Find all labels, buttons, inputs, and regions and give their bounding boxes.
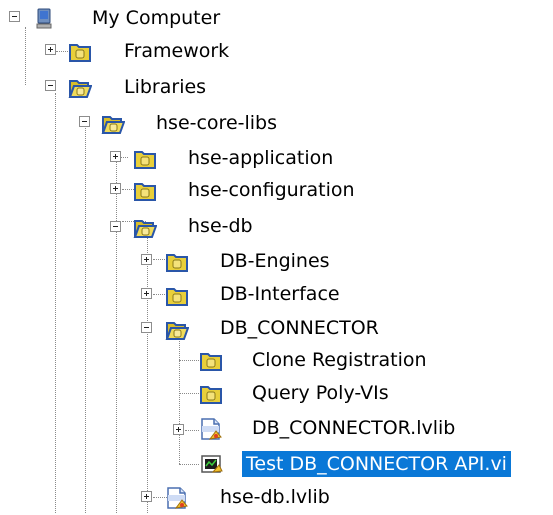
open-folder-icon — [101, 112, 126, 136]
expand-toggle[interactable] — [110, 151, 121, 162]
open-folder-icon — [133, 216, 158, 240]
tree-node-label[interactable]: hse-core-libs — [153, 110, 280, 136]
collapse-toggle[interactable] — [45, 80, 56, 91]
tree-line — [179, 360, 199, 361]
tree-line — [185, 430, 199, 431]
tree-line — [55, 93, 56, 513]
folder-icon — [165, 284, 189, 308]
collapse-toggle[interactable] — [110, 221, 121, 232]
open-folder-icon — [165, 318, 190, 342]
tree-node-label[interactable]: DB-Engines — [217, 248, 333, 274]
open-folder-icon — [68, 76, 93, 100]
tree-node-label[interactable]: Libraries — [121, 74, 209, 100]
library-file-icon — [199, 417, 223, 441]
tree-node-label[interactable]: My Computer — [89, 5, 223, 31]
expand-toggle[interactable] — [141, 491, 152, 502]
tree-node-label[interactable]: Framework — [121, 38, 232, 64]
folder-icon — [165, 250, 189, 274]
tree-node-label[interactable]: hse-application — [185, 145, 336, 171]
tree-line — [179, 336, 180, 464]
tree-node-label[interactable]: hse-db.lvlib — [217, 484, 333, 510]
collapse-toggle[interactable] — [9, 11, 20, 22]
tree-line — [85, 126, 86, 513]
expand-toggle[interactable] — [141, 288, 152, 299]
library-file-icon — [165, 486, 189, 510]
tree-line — [147, 232, 148, 513]
expand-toggle[interactable] — [45, 44, 56, 55]
tree-node-label[interactable]: DB_CONNECTOR.lvlib — [249, 415, 458, 441]
vi-file-icon — [199, 452, 223, 476]
collapse-toggle[interactable] — [79, 116, 90, 127]
folder-icon — [133, 179, 157, 203]
tree-node-label[interactable]: hse-db — [185, 213, 256, 239]
tree-node-label[interactable]: DB-Interface — [217, 281, 343, 307]
folder-icon — [68, 40, 92, 64]
tree-node-label[interactable]: hse-configuration — [185, 177, 358, 203]
folder-icon — [199, 382, 223, 406]
folder-icon — [133, 147, 157, 171]
tree-node-label[interactable]: DB_CONNECTOR — [217, 315, 382, 341]
expand-toggle[interactable] — [141, 254, 152, 265]
tree-node-label[interactable]: Query Poly-VIs — [249, 380, 392, 406]
project-tree: My Computer Framework Libraries hse-core… — [0, 0, 553, 513]
tree-line — [25, 27, 26, 85]
expand-toggle[interactable] — [110, 183, 121, 194]
expand-toggle[interactable] — [173, 424, 184, 435]
computer-icon — [32, 7, 56, 31]
folder-icon — [199, 349, 223, 373]
collapse-toggle[interactable] — [141, 322, 152, 333]
tree-node-label[interactable]: Clone Registration — [249, 347, 430, 373]
tree-line — [116, 161, 117, 513]
tree-node-label-selected[interactable]: Test DB_CONNECTOR API.vi — [242, 451, 511, 477]
tree-line — [56, 51, 68, 52]
tree-line — [179, 393, 199, 394]
tree-line — [179, 464, 199, 465]
